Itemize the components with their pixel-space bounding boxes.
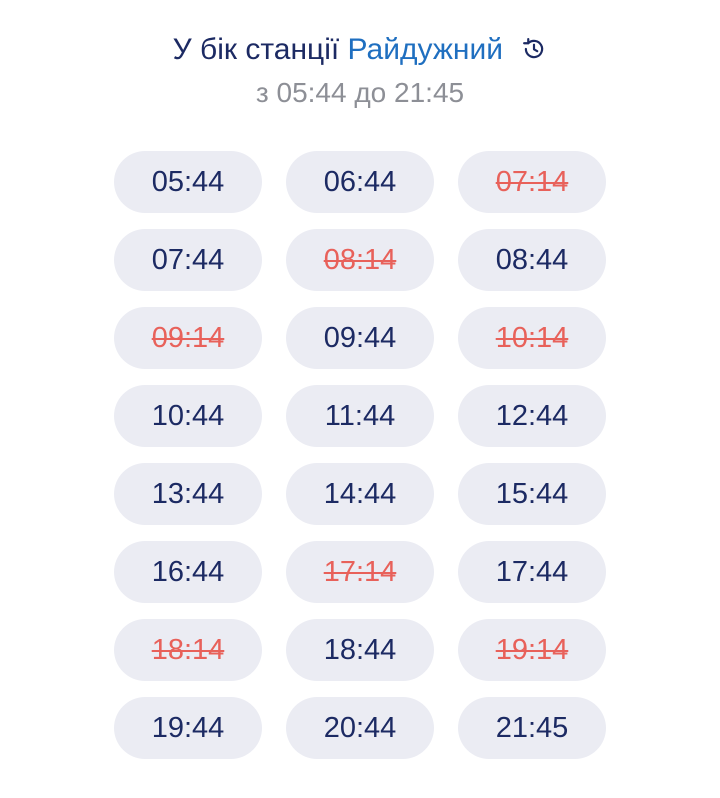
departure-time[interactable]: 05:44 [114, 151, 262, 213]
departure-time-cancelled[interactable]: 08:14 [286, 229, 434, 291]
departure-time[interactable]: 09:44 [286, 307, 434, 369]
departure-time[interactable]: 21:45 [458, 697, 606, 759]
departure-time[interactable]: 14:44 [286, 463, 434, 525]
departure-time[interactable]: 10:44 [114, 385, 262, 447]
direction-prefix: У бік станції [172, 33, 340, 66]
departure-time[interactable]: 16:44 [114, 541, 262, 603]
departure-time-cancelled[interactable]: 07:14 [458, 151, 606, 213]
departure-time[interactable]: 15:44 [458, 463, 606, 525]
departure-time[interactable]: 06:44 [286, 151, 434, 213]
departure-time[interactable]: 20:44 [286, 697, 434, 759]
departure-time-cancelled[interactable]: 09:14 [114, 307, 262, 369]
departure-time[interactable]: 17:44 [458, 541, 606, 603]
history-icon[interactable] [521, 33, 547, 59]
station-name[interactable]: Райдужний [348, 33, 503, 66]
schedule-range: з 05:44 до 21:45 [255, 77, 465, 108]
departure-time-cancelled[interactable]: 10:14 [458, 307, 606, 369]
departure-time[interactable]: 19:44 [114, 697, 262, 759]
direction-title: У бік станції Райдужний [0, 30, 720, 70]
departure-time-cancelled[interactable]: 18:14 [114, 619, 262, 681]
departure-times-grid: 05:44 06:44 07:14 07:44 08:14 08:44 09:14 09:44… [114, 151, 606, 759]
departure-time[interactable]: 18:44 [286, 619, 434, 681]
departure-time[interactable]: 11:44 [286, 385, 434, 447]
departure-time[interactable]: 08:44 [458, 229, 606, 291]
departure-time[interactable]: 12:44 [458, 385, 606, 447]
schedule-header: У бік станції Райдужний з 05:44 до 21:45 [0, 0, 720, 130]
departure-time[interactable]: 13:44 [114, 463, 262, 525]
departure-time-cancelled[interactable]: 17:14 [286, 541, 434, 603]
departure-time-cancelled[interactable]: 19:14 [458, 619, 606, 681]
departure-time[interactable]: 07:44 [114, 229, 262, 291]
